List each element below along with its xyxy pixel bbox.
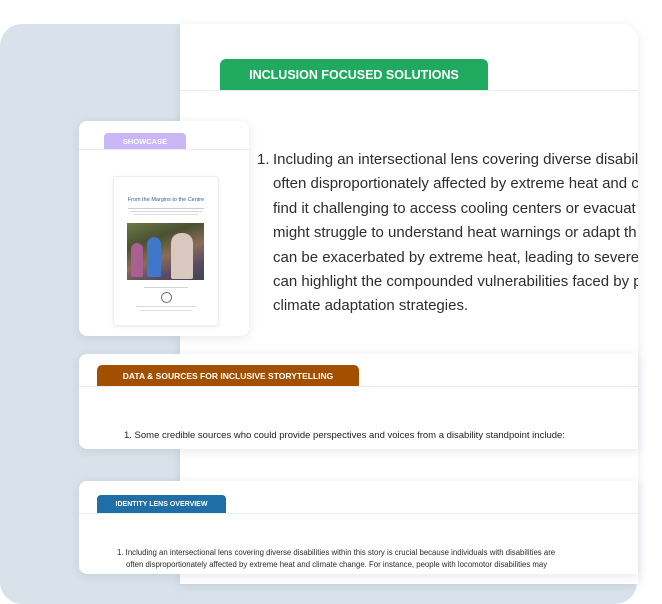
publisher-logo-icon	[161, 292, 172, 303]
list-line: might struggle to understand heat warnin…	[273, 224, 637, 242]
data-sources-tab[interactable]: DATA & SOURCES FOR INCLUSIVE STORYTELLIN…	[97, 365, 359, 386]
list-item: 1. Including an intersectional lens cover…	[257, 148, 638, 172]
list-line: can be exacerbated by extreme heat, lead…	[273, 248, 638, 266]
identity-lens-list: 1. Including an intersectional lens cove…	[117, 547, 555, 571]
tab-divider	[79, 149, 249, 150]
tab-divider	[180, 90, 638, 91]
list-line: often disproportionately affected by ext…	[273, 175, 638, 193]
report-subtitle-line	[128, 208, 204, 209]
report-cover-photo	[127, 223, 204, 280]
data-sources-item: 1. Some credible sources who could provi…	[124, 430, 565, 441]
list-number: 1.	[257, 151, 270, 168]
line-text: Including an intersectional lens coverin…	[273, 151, 638, 168]
list-line: find it challenging to access cooling ce…	[273, 199, 636, 217]
tab-divider	[79, 386, 638, 387]
list-line: 1. Including an intersectional lens cove…	[117, 548, 556, 557]
showcase-tab[interactable]: SHOWCASE	[104, 133, 186, 149]
report-subtitle-line	[130, 211, 202, 212]
identity-lens-card: IDENTITY LENS OVERVIEW 1. Including an i…	[79, 481, 638, 574]
showcase-card: SHOWCASE From the Margins to the Centre	[79, 121, 249, 336]
identity-lens-tab[interactable]: IDENTITY LENS OVERVIEW	[97, 495, 226, 513]
report-footer-line	[136, 306, 196, 307]
data-sources-card: DATA & SOURCES FOR INCLUSIVE STORYTELLIN…	[79, 354, 638, 449]
list-line: can highlight the compounded vulnerabili…	[273, 273, 638, 291]
report-caption-line	[144, 287, 188, 288]
list-line: climate adaptation strategies.	[273, 297, 469, 315]
tab-divider	[79, 513, 638, 514]
report-footer-line	[140, 310, 192, 311]
report-subtitle-line	[134, 214, 198, 215]
report-thumbnail[interactable]: From the Margins to the Centre	[113, 176, 219, 326]
report-title: From the Margins to the Centre	[127, 197, 205, 203]
inclusion-solutions-list: 1. Including an intersectional lens cover…	[257, 148, 638, 319]
list-line: often disproportionately affected by ext…	[126, 560, 548, 569]
inclusion-solutions-tab[interactable]: INCLUSION FOCUSED SOLUTIONS	[220, 59, 488, 90]
